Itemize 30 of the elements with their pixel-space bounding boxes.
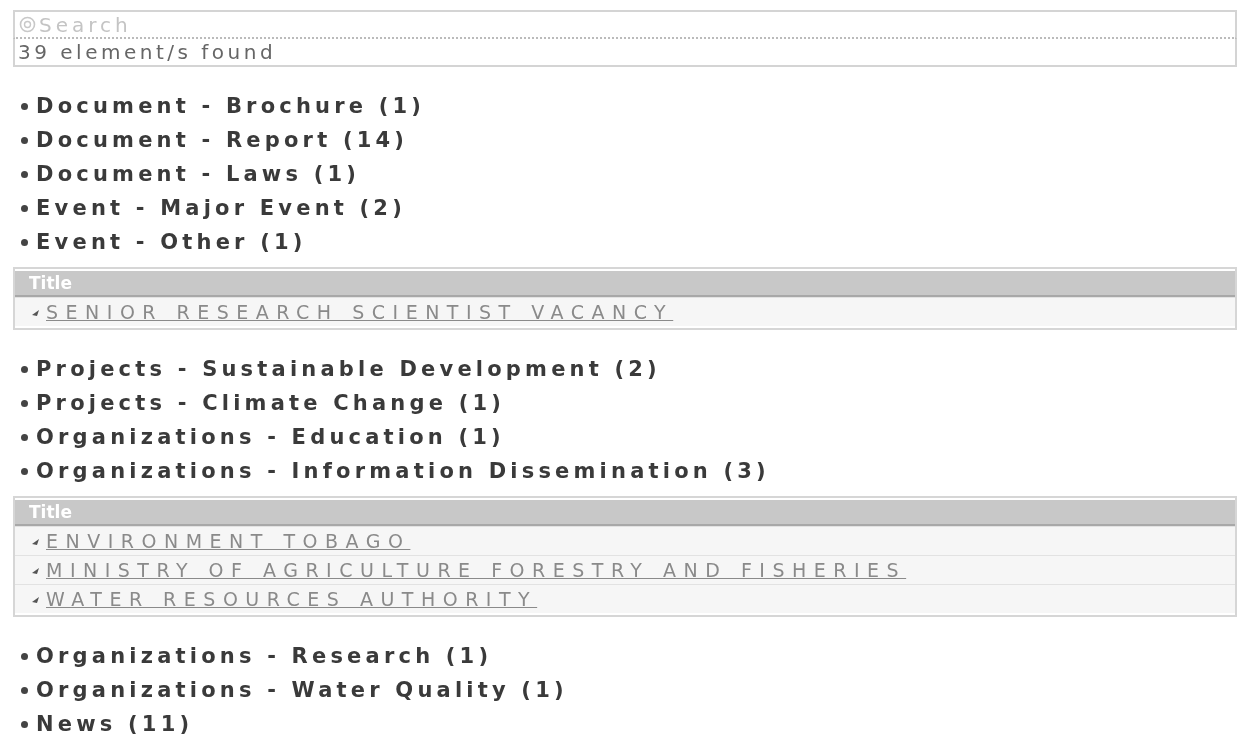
category-link[interactable]: Organizations - Water Quality (1)	[36, 678, 568, 702]
bullet-icon	[21, 136, 28, 144]
bullet-icon	[21, 238, 28, 246]
category-link[interactable]: Document - Report (14)	[36, 128, 409, 152]
bullet-icon	[21, 686, 28, 694]
category-link[interactable]: Organizations - Information Dissemination (3)	[36, 459, 770, 483]
bullet-icon	[21, 433, 28, 441]
bullet-icon	[21, 399, 28, 407]
category-link[interactable]: Document - Brochure (1)	[36, 94, 426, 118]
category-link[interactable]: Organizations - Research (1)	[36, 644, 493, 668]
category-link[interactable]: Document - Laws (1)	[36, 162, 361, 186]
category-link[interactable]: Projects - Sustainable Development (2)	[36, 357, 661, 381]
category-link[interactable]: Projects - Climate Change (1)	[36, 391, 506, 415]
category-link[interactable]: Organizations - Education (1)	[36, 425, 505, 449]
result-count: 39 element/s found	[13, 39, 1237, 67]
arrow-icon	[31, 307, 40, 317]
category-link[interactable]: News (11)	[36, 712, 194, 736]
arrow-icon	[31, 565, 40, 575]
arrow-icon	[31, 536, 40, 546]
bullet-icon	[21, 102, 28, 110]
bullet-icon	[21, 652, 28, 660]
bullet-icon	[21, 365, 28, 373]
category-link[interactable]: Event - Major Event (2)	[36, 196, 406, 220]
bullet-icon	[21, 720, 28, 728]
bullet-icon	[21, 204, 28, 212]
search-field[interactable]: Search	[13, 10, 1237, 39]
bullet-icon	[21, 467, 28, 475]
bullet-icon	[21, 170, 28, 178]
arrow-icon	[31, 594, 40, 604]
category-link[interactable]: Event - Other (1)	[36, 230, 307, 254]
